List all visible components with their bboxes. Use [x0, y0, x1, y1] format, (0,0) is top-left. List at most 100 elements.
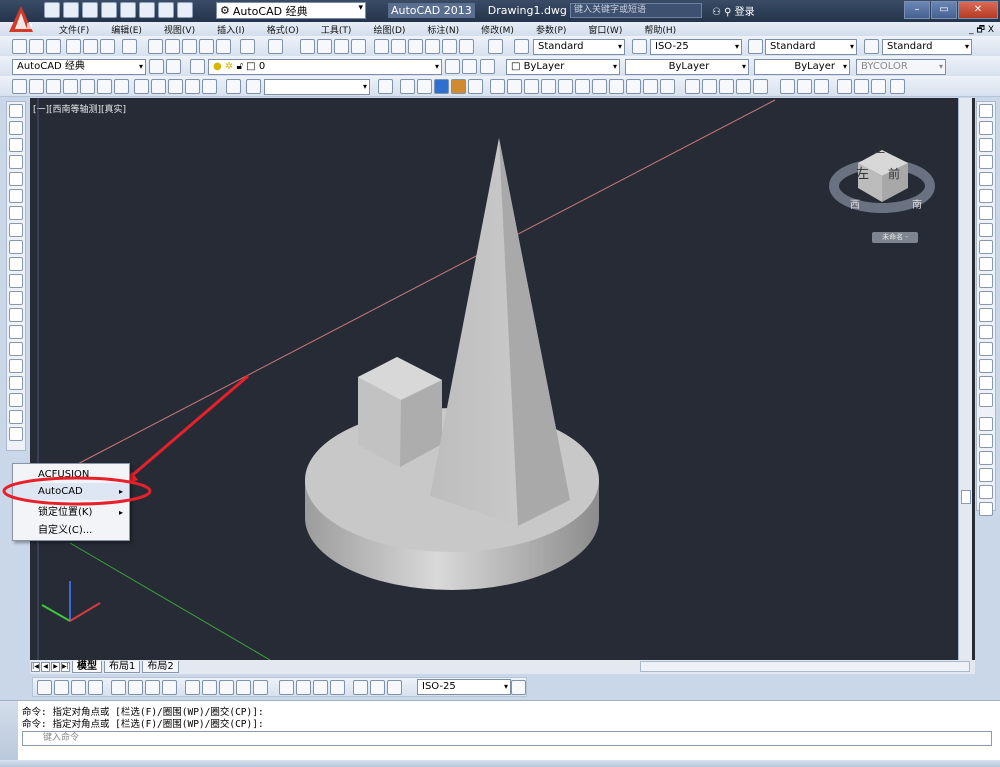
- realistic-style-icon[interactable]: [434, 79, 449, 94]
- jogged-icon[interactable]: [128, 680, 143, 695]
- revolve-icon[interactable]: [558, 79, 573, 94]
- menu-view[interactable]: 视图(V): [153, 23, 206, 36]
- menu-window[interactable]: 窗口(W): [577, 23, 633, 36]
- menu-draw[interactable]: 绘图(D): [362, 23, 416, 36]
- hidden-icon[interactable]: [151, 79, 166, 94]
- region-icon[interactable]: [9, 376, 23, 390]
- workspace-save-icon[interactable]: [166, 59, 181, 74]
- break-icon[interactable]: [979, 308, 993, 322]
- close-button[interactable]: ✕: [958, 1, 998, 19]
- redo-icon[interactable]: [177, 2, 193, 18]
- lineweight-control[interactable]: ByLayer ▾: [754, 59, 850, 75]
- paste-icon[interactable]: [182, 39, 197, 54]
- tab-layout1[interactable]: 布局1: [104, 661, 141, 673]
- first-tab-icon[interactable]: |◀: [31, 662, 40, 672]
- make-object-layer-current-icon[interactable]: [445, 59, 460, 74]
- table-icon[interactable]: [9, 393, 23, 407]
- conceptual-style-icon[interactable]: [451, 79, 466, 94]
- jogged-linear-icon[interactable]: [330, 680, 345, 695]
- linear-dim-icon[interactable]: [37, 680, 52, 695]
- 3d-align-icon[interactable]: [719, 79, 734, 94]
- menu-item-customize[interactable]: 自定义(C)...: [13, 522, 129, 539]
- insert-block-icon[interactable]: [9, 291, 23, 305]
- qnew-icon[interactable]: [12, 39, 27, 54]
- diameter-icon[interactable]: [145, 680, 160, 695]
- help-search-input[interactable]: 键入关键字或短语: [570, 3, 702, 18]
- ordinate-icon[interactable]: [88, 680, 103, 695]
- sweep-icon[interactable]: [541, 79, 556, 94]
- menu-parametric[interactable]: 参数(P): [525, 23, 577, 36]
- redo-icon[interactable]: [268, 39, 283, 54]
- subtract-icon[interactable]: [609, 79, 624, 94]
- realistic-icon[interactable]: [168, 79, 183, 94]
- draworder-back-icon[interactable]: [979, 434, 993, 448]
- box-icon[interactable]: [12, 79, 27, 94]
- ellipse-arc-icon[interactable]: [9, 274, 23, 288]
- menu-dimension[interactable]: 标注(N): [416, 23, 470, 36]
- point-icon[interactable]: [9, 325, 23, 339]
- restore-button[interactable]: ▭: [931, 1, 957, 19]
- continue-icon[interactable]: [219, 680, 234, 695]
- menu-format[interactable]: 格式(O): [256, 23, 310, 36]
- 3d-move-icon[interactable]: [685, 79, 700, 94]
- polysolid-icon[interactable]: [643, 79, 658, 94]
- layer-select[interactable]: ● ✲ 🔓︎ □ 0 ▾: [208, 59, 442, 75]
- publish-icon[interactable]: [100, 39, 115, 54]
- line-icon[interactable]: [9, 104, 23, 118]
- multileader-style-select[interactable]: Standard ▾: [882, 39, 972, 55]
- command-window-handle[interactable]: [0, 701, 18, 761]
- prev-tab-icon[interactable]: ◀: [41, 662, 50, 672]
- menu-file[interactable]: 文件(F): [48, 23, 100, 36]
- pan-icon[interactable]: [300, 39, 315, 54]
- rotate-icon[interactable]: [979, 206, 993, 220]
- blend-curves-icon[interactable]: [979, 376, 993, 390]
- draworder-under-icon[interactable]: [979, 468, 993, 482]
- save-icon[interactable]: [46, 39, 61, 54]
- loft-icon[interactable]: [575, 79, 590, 94]
- conceptual-icon[interactable]: [185, 79, 200, 94]
- 3d-rotate-icon[interactable]: [702, 79, 717, 94]
- pyramid-icon[interactable]: [114, 79, 129, 94]
- design-center-icon[interactable]: [391, 39, 406, 54]
- aligned-dim-icon[interactable]: [54, 680, 69, 695]
- dimension-style-icon[interactable]: [511, 680, 526, 695]
- named-view-select[interactable]: ▾: [264, 79, 370, 95]
- hatch-back-icon[interactable]: [979, 502, 993, 516]
- offset-icon[interactable]: [979, 155, 993, 169]
- draworder-front-icon[interactable]: [979, 417, 993, 431]
- dim-edit-icon[interactable]: [353, 680, 368, 695]
- radius-icon[interactable]: [111, 680, 126, 695]
- linetype-control[interactable]: ByLayer ▾: [625, 59, 749, 75]
- dim-update-icon[interactable]: [387, 680, 402, 695]
- make-block-icon[interactable]: [9, 308, 23, 322]
- open-file-icon[interactable]: [63, 2, 79, 18]
- plot-icon[interactable]: [66, 39, 81, 54]
- zoom-previous-icon[interactable]: [351, 39, 366, 54]
- scale-icon[interactable]: [979, 223, 993, 237]
- undo-icon[interactable]: [158, 2, 174, 18]
- copy-icon[interactable]: [165, 39, 180, 54]
- style-manager-icon[interactable]: [468, 79, 483, 94]
- zoom-window-icon[interactable]: [334, 39, 349, 54]
- menu-insert[interactable]: 插入(I): [206, 23, 256, 36]
- dim-style-icon[interactable]: [632, 39, 647, 54]
- dim-break-icon[interactable]: [253, 680, 268, 695]
- dim-style-select[interactable]: ISO-25 ▾: [650, 39, 742, 55]
- application-menu-button[interactable]: [4, 2, 38, 36]
- torus-icon[interactable]: [97, 79, 112, 94]
- tolerance-icon[interactable]: [279, 680, 294, 695]
- flatshot-icon[interactable]: [814, 79, 829, 94]
- zoom-realtime-icon[interactable]: [317, 39, 332, 54]
- revision-cloud-icon[interactable]: [9, 223, 23, 237]
- presspull-icon[interactable]: [524, 79, 539, 94]
- properties-icon[interactable]: [374, 39, 389, 54]
- helix-icon[interactable]: [660, 79, 675, 94]
- gradient-icon[interactable]: [9, 359, 23, 373]
- new-file-icon[interactable]: [44, 2, 60, 18]
- angular-icon[interactable]: [162, 680, 177, 695]
- trim-icon[interactable]: [979, 257, 993, 271]
- save-as-icon[interactable]: [101, 2, 117, 18]
- mirror-icon[interactable]: [979, 138, 993, 152]
- polygon-icon[interactable]: [9, 155, 23, 169]
- last-tab-icon[interactable]: ▶|: [61, 662, 70, 672]
